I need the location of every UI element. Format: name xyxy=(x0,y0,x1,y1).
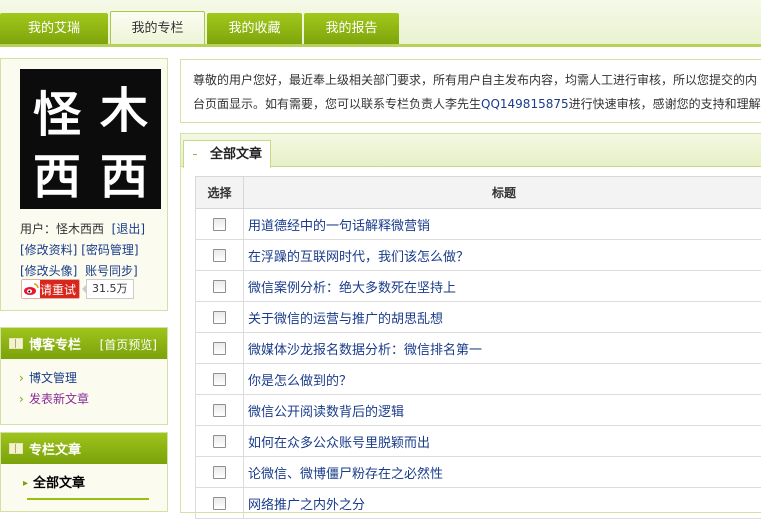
tab-all-articles[interactable]: 全部文章 xyxy=(183,140,271,168)
blog-section-header: 博客专栏 [首页预览] xyxy=(1,328,167,359)
table-row: 在浮躁的互联网时代，我们该怎么做？ xyxy=(196,240,761,271)
weibo-widget: 请重试 31.5万 xyxy=(21,279,134,299)
edit-avatar-link[interactable]: [修改头像] xyxy=(20,264,77,278)
logout-link[interactable]: [退出] xyxy=(112,222,145,236)
top-nav-bar: 我的艾瑞 我的专栏 我的收藏 我的报告 xyxy=(0,0,761,47)
article-title-link[interactable]: 如何在众多公众账号里脱颖而出 xyxy=(244,426,761,457)
article-title-link[interactable]: 微信案例分析：绝大多数死在坚持上 xyxy=(244,271,761,302)
row-checkbox[interactable] xyxy=(213,435,226,448)
avatar-char-1: 怪 xyxy=(33,87,82,143)
table-row: 如何在众多公众账号里脱颖而出 xyxy=(196,426,761,457)
table-row: 微媒体沙龙报名数据分析：微信排名第一 xyxy=(196,333,761,364)
tab-my-reports[interactable]: 我的报告 xyxy=(304,13,399,44)
nav-divider xyxy=(0,44,761,47)
row-checkbox[interactable] xyxy=(213,373,226,386)
blog-section: 博客专栏 [首页预览] 博文管理 发表新文章 xyxy=(0,327,168,425)
notice-line-2: 台页面显示。如有需要，您可以联系专栏负责人李先生 xyxy=(193,97,481,111)
book-icon xyxy=(9,443,23,454)
avatar-char-3: 西 xyxy=(33,149,81,205)
tab-my-column[interactable]: 我的专栏 xyxy=(110,11,205,44)
avatar-char-4: 西 xyxy=(100,149,148,205)
row-checkbox[interactable] xyxy=(213,404,226,417)
profile-panel: 怪 木 西 西 用户：怪木西西 [退出] [修改资料] [密码管理] [修改头像… xyxy=(0,58,168,311)
notice-line-2-end: 进行快速审核，感谢您的支持和理解: xyxy=(569,97,761,111)
row-checkbox[interactable] xyxy=(213,311,226,324)
table-row: 论微信、微博僵尸粉存在之必然性 xyxy=(196,457,761,488)
review-notice: 尊敬的用户您好，最近奉上级相关部门要求，所有用户自主发布内容，均需人工进行审核，… xyxy=(180,59,761,123)
column-section-header: 专栏文章 xyxy=(1,433,167,464)
column-section-items: 全部文章 xyxy=(1,464,167,494)
row-checkbox[interactable] xyxy=(213,497,226,510)
active-item-underline xyxy=(27,498,149,500)
sidebar-item-all-articles[interactable]: 全部文章 xyxy=(23,473,167,494)
tab-my-iresearch[interactable]: 我的艾瑞 xyxy=(0,13,108,44)
user-label: 用户： xyxy=(20,222,56,236)
book-icon xyxy=(9,338,23,349)
avatar[interactable]: 怪 木 西 西 xyxy=(20,69,161,209)
profile-links: 用户：怪木西西 [退出] [修改资料] [密码管理] [修改头像] 账号同步] xyxy=(20,219,168,282)
column-section-title: 专栏文章 xyxy=(29,439,81,458)
row-checkbox[interactable] xyxy=(213,218,226,231)
homepage-preview-link[interactable]: [首页预览] xyxy=(100,336,157,353)
weibo-follow-button[interactable]: 请重试 xyxy=(21,279,80,299)
row-checkbox[interactable] xyxy=(213,280,226,293)
column-section: 专栏文章 全部文章 xyxy=(0,432,168,512)
column-header-select: 选择 xyxy=(196,177,244,209)
column-header-title: 标题 xyxy=(244,177,761,209)
article-title-link[interactable]: 论微信、微博僵尸粉存在之必然性 xyxy=(244,457,761,488)
avatar-char-2: 木 xyxy=(100,83,148,139)
tab-my-favorites[interactable]: 我的收藏 xyxy=(207,13,302,44)
article-title-link[interactable]: 在浮躁的互联网时代，我们该怎么做？ xyxy=(244,240,761,271)
row-checkbox[interactable] xyxy=(213,466,226,479)
article-title-link[interactable]: 用道德经中的一句话解释微营销 xyxy=(244,209,761,240)
table-row: 网络推广之内外之分 xyxy=(196,488,761,519)
table-row: 用道德经中的一句话解释微营销 xyxy=(196,209,761,240)
article-title-link[interactable]: 微信公开阅读数背后的逻辑 xyxy=(244,395,761,426)
article-title-link[interactable]: 关于微信的运营与推广的胡思乱想 xyxy=(244,302,761,333)
article-title-link[interactable]: 你是怎么做到的？ xyxy=(244,364,761,395)
contact-qq: QQ149815875 xyxy=(481,97,569,111)
weibo-icon xyxy=(22,280,40,298)
articles-table: 选择 标题 用道德经中的一句话解释微营销 在浮躁的互联网时代，我们该怎么做？ 微… xyxy=(195,176,761,519)
table-row: 微信公开阅读数背后的逻辑 xyxy=(196,395,761,426)
articles-panel: 全部文章 选择 标题 用道德经中的一句话解释微营销 在浮躁的互联网时代，我们该怎… xyxy=(180,133,761,513)
article-title-link[interactable]: 网络推广之内外之分 xyxy=(244,488,761,519)
user-name: 怪木西西 xyxy=(56,222,104,236)
row-checkbox[interactable] xyxy=(213,342,226,355)
avatar-calligraphy: 怪 木 西 西 xyxy=(20,69,161,209)
article-title-link[interactable]: 微媒体沙龙报名数据分析：微信排名第一 xyxy=(244,333,761,364)
sidebar-item-new-article[interactable]: 发表新文章 xyxy=(19,389,167,410)
main-tabs: 我的艾瑞 我的专栏 我的收藏 我的报告 xyxy=(0,13,401,44)
account-sync-link[interactable]: 账号同步] xyxy=(85,264,138,278)
blog-section-items: 博文管理 发表新文章 xyxy=(1,359,167,410)
blog-section-title: 博客专栏 xyxy=(29,334,81,353)
weibo-follower-count: 31.5万 xyxy=(86,279,134,299)
table-row: 你是怎么做到的？ xyxy=(196,364,761,395)
table-row: 微信案例分析：绝大多数死在坚持上 xyxy=(196,271,761,302)
table-row: 关于微信的运营与推广的胡思乱想 xyxy=(196,302,761,333)
sidebar-item-blog-manage[interactable]: 博文管理 xyxy=(19,368,167,389)
row-checkbox[interactable] xyxy=(213,249,226,262)
articles-tabbar: 全部文章 xyxy=(181,134,761,167)
change-password-link[interactable]: [密码管理] xyxy=(81,243,138,257)
weibo-label: 请重试 xyxy=(40,281,76,298)
notice-line-1: 尊敬的用户您好，最近奉上级相关部门要求，所有用户自主发布内容，均需人工进行审核，… xyxy=(193,68,761,92)
edit-profile-link[interactable]: [修改资料] xyxy=(20,243,77,257)
